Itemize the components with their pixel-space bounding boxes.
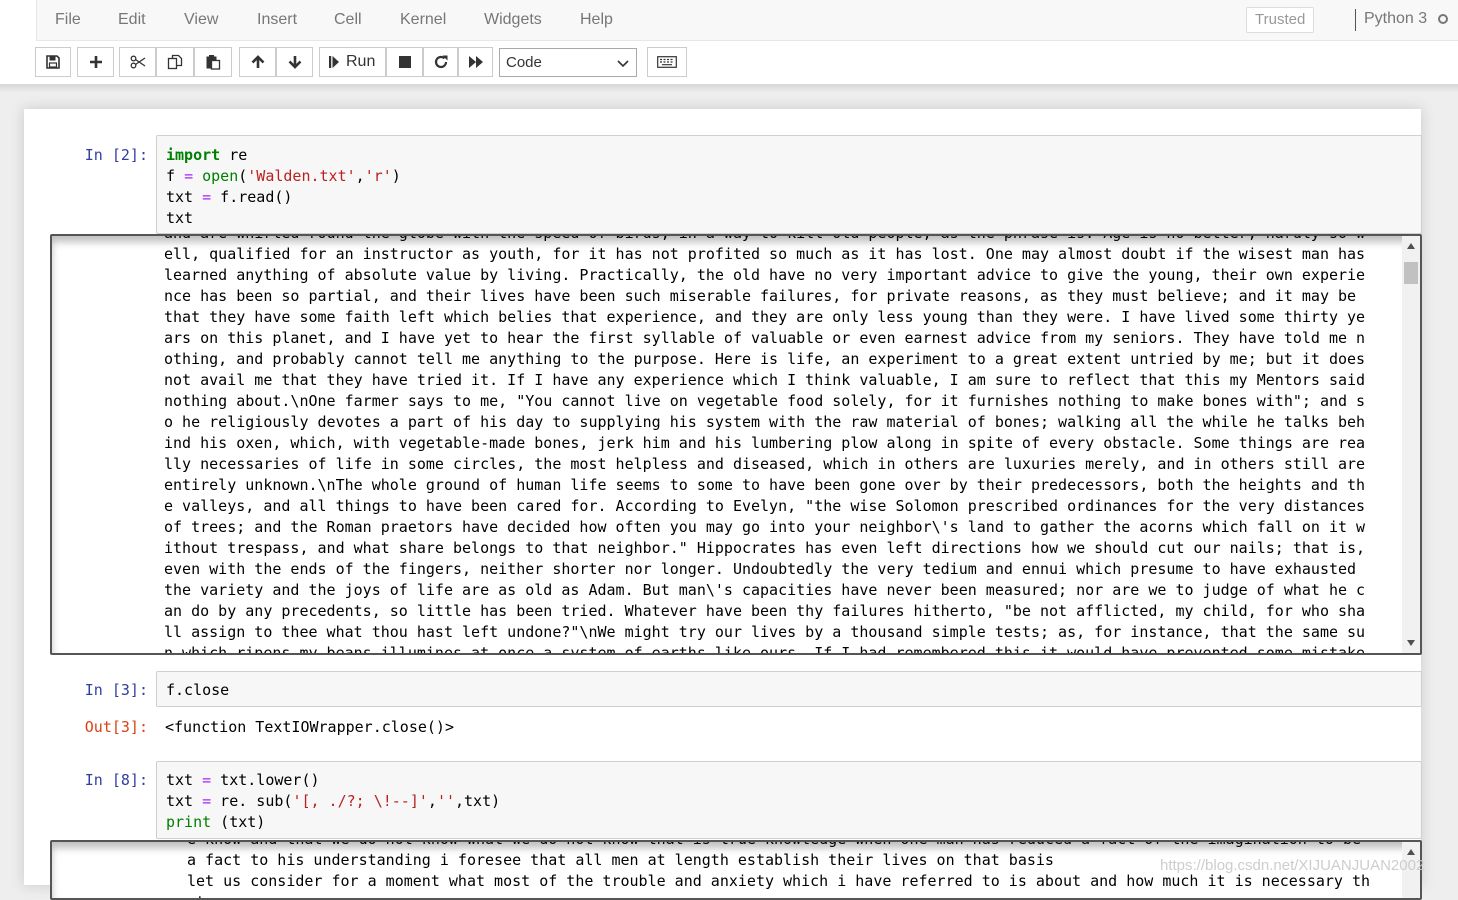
- run-button-label: Run: [346, 53, 376, 70]
- menu-view[interactable]: View: [184, 11, 218, 29]
- scrollbar[interactable]: [1402, 236, 1420, 653]
- scroll-up-arrow-icon[interactable]: [1402, 238, 1420, 254]
- kernel-name[interactable]: Python 3: [1364, 10, 1427, 28]
- code-token: =: [202, 771, 212, 789]
- output-text: <function TextIOWrapper.close()>: [165, 718, 454, 736]
- stop-icon: [398, 56, 411, 68]
- code-token: re: [220, 146, 248, 164]
- fast-forward-icon: [468, 56, 483, 68]
- code-token: open: [202, 167, 239, 185]
- code-token: txt: [166, 209, 194, 227]
- code-line: print (txt): [166, 813, 265, 831]
- save-button[interactable]: [35, 47, 71, 77]
- scissors-icon: [130, 55, 145, 69]
- chevron-down-icon: [617, 60, 629, 68]
- code-line: f.close: [166, 681, 229, 699]
- refresh-icon: [434, 55, 447, 69]
- save-icon: [46, 55, 60, 69]
- copy-button[interactable]: [156, 47, 194, 77]
- code-token: '': [436, 792, 455, 810]
- code-token: 'r': [364, 167, 392, 185]
- move-up-button[interactable]: [239, 47, 276, 77]
- code-token: print: [166, 813, 212, 831]
- code-line: txt = re. sub('[, ./?; \!--]','',txt): [166, 792, 500, 810]
- code-line: import re: [166, 146, 247, 164]
- header-shadow: [0, 84, 1458, 92]
- command-palette-button[interactable]: [647, 47, 687, 77]
- copy-icon: [167, 54, 183, 70]
- code-token: f: [166, 167, 185, 185]
- code-token: =: [184, 167, 194, 185]
- code-token: '[, ./?; \!--]': [292, 792, 428, 810]
- menubar-container: File Edit View Insert Cell Kernel Widget…: [36, 0, 1458, 41]
- code-token: (: [238, 167, 248, 185]
- code-line: txt = txt.lower(): [166, 771, 320, 789]
- run-button[interactable]: Run: [319, 47, 386, 77]
- toolbar: Run: [0, 41, 1458, 84]
- kernel-idle-icon: [1438, 14, 1448, 24]
- code-token: txt: [166, 792, 203, 810]
- kernel-separator: [1355, 9, 1356, 31]
- menu-insert[interactable]: Insert: [257, 11, 297, 29]
- restart-run-all-button[interactable]: [458, 47, 493, 77]
- code-input[interactable]: import re f = open('Walden.txt','r') txt…: [156, 135, 1422, 234]
- code-token: ): [391, 167, 401, 185]
- code-token: ,txt): [455, 792, 501, 810]
- menu-file[interactable]: File: [55, 11, 81, 29]
- menubar: File Edit View Insert Cell Kernel Widget…: [0, 0, 1458, 41]
- code-token: ,: [427, 792, 437, 810]
- code-token: =: [202, 188, 212, 206]
- code-token: import: [166, 146, 221, 164]
- code-token: re. sub(: [211, 792, 293, 810]
- code-token: txt: [166, 188, 203, 206]
- menu-edit[interactable]: Edit: [118, 11, 146, 29]
- code-token: f.read(): [211, 188, 293, 206]
- restart-kernel-button[interactable]: [423, 47, 458, 77]
- code-token: txt: [166, 771, 203, 789]
- output-prompt: Out[3]:: [84, 718, 148, 736]
- plus-icon: [89, 56, 102, 68]
- watermark: https://blog.csdn.net/XIJUANJUAN2002: [1160, 857, 1425, 874]
- code-line: f = open('Walden.txt','r'): [166, 167, 401, 185]
- trusted-indicator[interactable]: Trusted: [1246, 7, 1315, 33]
- scroll-down-arrow-icon[interactable]: [1402, 635, 1420, 651]
- input-prompt: In [3]:: [84, 681, 148, 699]
- cell-type-select[interactable]: Code: [499, 48, 637, 77]
- insert-cell-button[interactable]: [77, 47, 114, 77]
- output-text: and are whirled round the globe with the…: [164, 236, 1366, 655]
- paste-icon: [206, 55, 221, 70]
- input-prompt: In [2]:: [84, 146, 148, 164]
- code-token: 'Walden.txt': [247, 167, 356, 185]
- arrow-up-icon: [251, 55, 264, 68]
- menu-widgets[interactable]: Widgets: [484, 11, 542, 29]
- input-prompt: In [8]:: [84, 771, 148, 789]
- code-token: txt.lower(): [211, 771, 320, 789]
- interrupt-kernel-button[interactable]: [386, 47, 423, 77]
- output-scroll-area[interactable]: and are whirled round the globe with the…: [50, 234, 1422, 655]
- paste-button[interactable]: [194, 47, 232, 77]
- menu-cell[interactable]: Cell: [334, 11, 362, 29]
- code-input[interactable]: f.close: [156, 671, 1422, 707]
- code-line: txt: [166, 209, 193, 227]
- code-token: f.close: [166, 681, 230, 699]
- menu-help[interactable]: Help: [580, 11, 613, 29]
- code-line: txt = f.read(): [166, 188, 292, 206]
- code-token: (txt): [211, 813, 266, 831]
- step-forward-icon: [329, 56, 339, 68]
- code-token: =: [202, 792, 212, 810]
- arrow-down-icon: [288, 56, 301, 69]
- cell-type-value: Code: [506, 54, 542, 71]
- cut-button[interactable]: [119, 47, 156, 77]
- menu-kernel[interactable]: Kernel: [400, 11, 446, 29]
- code-token: ,: [355, 167, 365, 185]
- move-down-button[interactable]: [276, 47, 313, 77]
- code-input[interactable]: txt = txt.lower() txt = re. sub('[, ./?;…: [156, 761, 1422, 839]
- scrollbar-thumb[interactable]: [1404, 262, 1418, 284]
- keyboard-icon: [657, 56, 677, 68]
